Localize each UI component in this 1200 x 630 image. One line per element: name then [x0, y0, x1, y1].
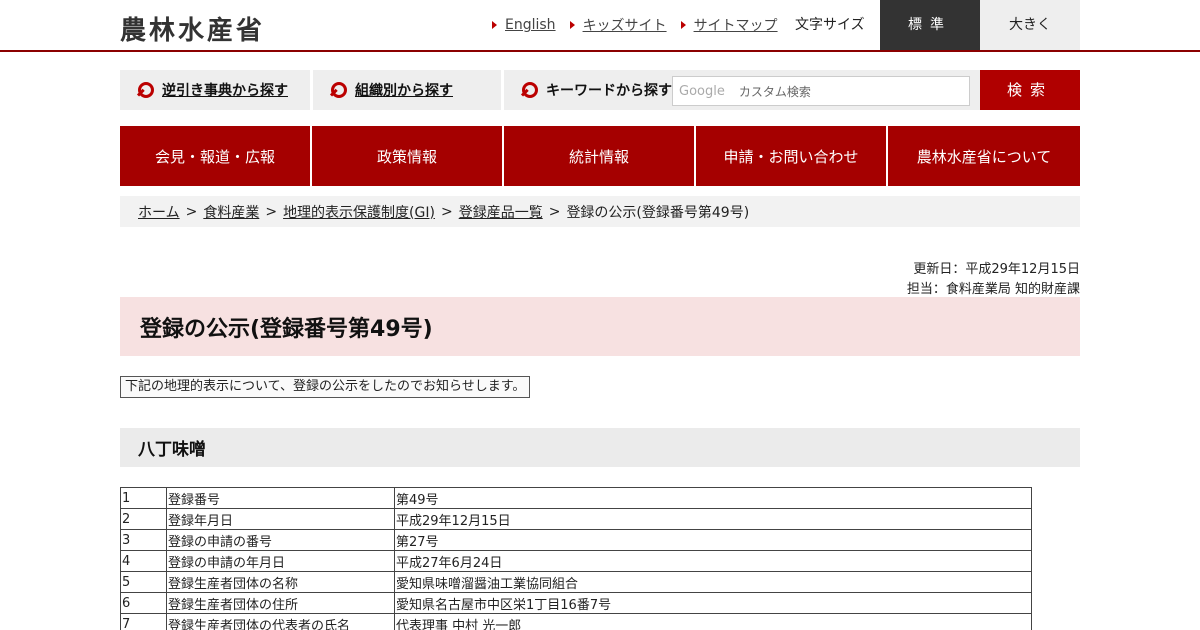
table-row: 7 登録生産者団体の代表者の氏名 代表理事 中村 光一郎 — [120, 613, 1032, 630]
row-value: 平成29年12月15日 — [394, 508, 1032, 530]
global-nav: 会見・報道・広報 政策情報 統計情報 申請・お問い合わせ 農林水産省について — [120, 126, 1080, 186]
row-item: 登録年月日 — [166, 508, 395, 530]
nav-policy[interactable]: 政策情報 — [312, 126, 502, 186]
sitemap-link[interactable]: サイトマップ — [680, 15, 778, 35]
site-logo[interactable]: 農林水産省 — [120, 10, 265, 47]
arrow-icon — [569, 21, 575, 29]
page-title: 登録の公示(登録番号第49号) — [140, 316, 433, 342]
breadcrumb-separator: > — [265, 203, 278, 220]
row-value: 第27号 — [394, 529, 1032, 551]
breadcrumb: ホーム > 食料産業 > 地理的表示保護制度(GI) > 登録産品一覧 > 登録の公示(… — [120, 196, 1080, 227]
row-value: 平成27年6月24日 — [394, 550, 1032, 572]
breadcrumb-registered-list[interactable]: 登録産品一覧 — [459, 202, 543, 222]
table-row: 1 登録番号 第49号 — [120, 487, 1032, 509]
keyword-search-input[interactable]: Google カスタム検索 — [672, 76, 970, 106]
keyword-search-label: キーワードから探す — [546, 83, 672, 99]
site-header: 農林水産省 English キッズサイト サイトマップ 文字サイズ 標準 大きく — [0, 0, 1200, 52]
row-number: 2 — [120, 508, 167, 530]
nav-press[interactable]: 会見・報道・広報 — [120, 126, 310, 186]
font-standard-button[interactable]: 標準 — [880, 0, 980, 50]
reverse-lookup-label[interactable]: 逆引き事典から探す — [162, 80, 288, 100]
row-number: 5 — [120, 571, 167, 593]
table-row: 5 登録生産者団体の名称 愛知県味噌溜醤油工業協同組合 — [120, 571, 1032, 593]
notice-text: 下記の地理的表示について、登録の公示をしたのでお知らせします。 — [120, 376, 531, 398]
page-title-bar: 登録の公示(登録番号第49号) — [120, 297, 1080, 356]
arrow-icon — [492, 21, 497, 29]
row-number: 6 — [120, 592, 167, 614]
row-value: 愛知県味噌溜醤油工業協同組合 — [394, 571, 1032, 593]
contact-department: 担当：食料産業局 知的財産課 — [906, 282, 1080, 297]
row-item: 登録の申請の番号 — [166, 529, 395, 551]
english-link[interactable]: English — [492, 17, 556, 33]
google-label: Google — [679, 83, 725, 99]
breadcrumb-food-industry[interactable]: 食料産業 — [203, 202, 259, 222]
breadcrumb-separator: > — [548, 203, 561, 220]
table-row: 4 登録の申請の年月日 平成27年6月24日 — [120, 550, 1032, 572]
breadcrumb-home[interactable]: ホーム — [138, 202, 180, 222]
nav-about[interactable]: 農林水産省について — [888, 126, 1080, 186]
breadcrumb-separator: > — [440, 203, 453, 220]
row-item: 登録生産者団体の住所 — [166, 592, 395, 614]
search-icon — [331, 82, 347, 98]
row-item: 登録生産者団体の代表者の氏名 — [166, 613, 395, 630]
breadcrumb-gi[interactable]: 地理的表示保護制度(GI) — [283, 202, 435, 222]
kids-site-link[interactable]: キッズサイト — [569, 15, 667, 35]
registration-table: 1 登録番号 第49号 2 登録年月日 平成29年12月15日 3 登録の申請の番号 第27… — [120, 487, 1032, 630]
table-row: 2 登録年月日 平成29年12月15日 — [120, 508, 1032, 530]
row-number: 3 — [120, 529, 167, 551]
row-item: 登録番号 — [166, 487, 395, 509]
search-row: 逆引き事典から探す 組織別から探す キーワードから探す Google カスタム検… — [120, 70, 1080, 110]
row-value: 代表理事 中村 光一郎 — [394, 613, 1032, 630]
arrow-icon — [680, 21, 686, 29]
nav-statistics[interactable]: 統計情報 — [504, 126, 694, 186]
search-button[interactable]: 検索 — [980, 70, 1080, 110]
row-item: 登録の申請の年月日 — [166, 550, 395, 572]
search-placeholder: カスタム検索 — [738, 84, 811, 99]
breadcrumb-separator: > — [185, 203, 198, 220]
row-item: 登録生産者団体の名称 — [166, 571, 395, 593]
section-title: 八丁味噌 — [138, 440, 206, 460]
updated-date: 更新日：平成29年12月15日 — [913, 262, 1080, 277]
table-row: 6 登録生産者団体の住所 愛知県名古屋市中区栄1丁目16番7号 — [120, 592, 1032, 614]
row-value: 愛知県名古屋市中区栄1丁目16番7号 — [394, 592, 1032, 614]
search-icon — [138, 82, 154, 98]
font-size-label: 文字サイズ — [795, 17, 865, 33]
utility-links: English キッズサイト サイトマップ — [492, 0, 792, 50]
nav-application[interactable]: 申請・お問い合わせ — [696, 126, 886, 186]
search-icon — [522, 82, 538, 98]
row-value: 第49号 — [394, 487, 1032, 509]
section-heading-bar: 八丁味噌 — [120, 428, 1080, 467]
row-number: 1 — [120, 487, 167, 509]
table-row: 3 登録の申請の番号 第27号 — [120, 529, 1032, 551]
row-number: 4 — [120, 550, 167, 572]
row-number: 7 — [120, 613, 167, 630]
org-search[interactable]: 組織別から探す — [313, 70, 501, 110]
font-large-button[interactable]: 大きく — [980, 0, 1080, 50]
breadcrumb-current: 登録の公示(登録番号第49号) — [566, 204, 750, 221]
org-search-label[interactable]: 組織別から探す — [355, 80, 453, 100]
reverse-lookup-search[interactable]: 逆引き事典から探す — [120, 70, 310, 110]
